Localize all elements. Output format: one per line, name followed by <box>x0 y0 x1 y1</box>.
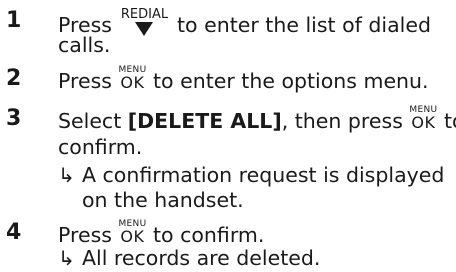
step-result: ↳ A confirmation request is displayed <box>58 163 445 188</box>
step-text: Select [DELETE ALL], then press MENU OK … <box>58 106 456 134</box>
step-result: ↳ All records are deleted. <box>58 246 321 271</box>
step-text-pre: Select <box>58 109 122 133</box>
step-text-pre: Press <box>58 223 112 247</box>
result-text: A confirmation request is displayed <box>82 163 445 187</box>
menu-ok-key-icon: MENU OK <box>409 106 437 131</box>
step-text-line2: confirm. <box>58 135 143 159</box>
step-number: 1 <box>6 8 22 33</box>
key-bottom-label: OK <box>120 227 145 246</box>
step-text: Press MENU OK to enter the options menu. <box>58 66 450 94</box>
step-text-line2: calls. <box>58 33 111 57</box>
menu-ok-key-icon: MENU OK <box>118 66 146 91</box>
step-number: 2 <box>6 66 22 91</box>
key-bottom-label: OK <box>411 113 436 132</box>
menu-ok-key-icon: MENU OK <box>118 220 146 245</box>
result-text: All records are deleted. <box>82 246 321 270</box>
step-text-pre: Press <box>58 69 112 93</box>
step-number: 4 <box>6 220 22 245</box>
step-text: Press MENU OK to confirm. <box>58 220 450 248</box>
step-text-post: to confirm. <box>153 223 265 247</box>
key-bottom-label: OK <box>120 73 145 92</box>
menu-option-delete-all: [DELETE ALL] <box>127 109 282 133</box>
step-result-line2: on the handset. <box>82 188 244 212</box>
redial-key-label: REDIAL <box>120 7 169 22</box>
result-arrow-icon: ↳ <box>58 163 75 187</box>
step-text-post: to enter the options menu. <box>153 69 429 93</box>
step-text-mid: , then press <box>281 109 403 133</box>
result-arrow-icon: ↳ <box>58 246 75 270</box>
step-number: 3 <box>6 106 22 131</box>
step-text-post: to <box>443 109 456 133</box>
